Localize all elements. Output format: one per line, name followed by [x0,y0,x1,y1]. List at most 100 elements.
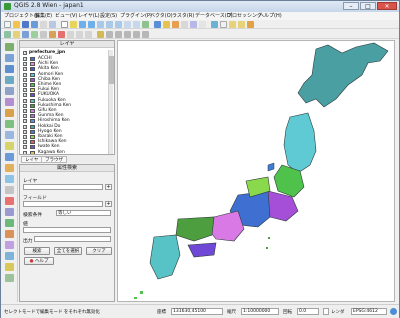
node-tool-icon[interactable] [49,31,56,38]
add-csv-icon[interactable] [5,219,14,227]
add-wcs-layer-icon[interactable] [5,120,14,128]
render-checkbox[interactable] [323,308,329,315]
zoom-layer-icon[interactable] [115,21,122,28]
new-shapefile-icon[interactable] [5,164,14,172]
layer-visibility-checkbox[interactable] [23,150,27,154]
add-spatialite-layer-icon[interactable] [5,76,14,84]
show-hide-labels-icon[interactable] [115,31,122,38]
menu-plugins[interactable]: プラグイン(P) [120,12,152,20]
plugin-tool-icon[interactable] [5,263,14,271]
new-bookmark-icon[interactable] [229,21,236,28]
composer-manager-icon[interactable] [49,21,56,28]
value-input[interactable] [23,227,111,233]
menu-edit[interactable]: 編集(E) [35,12,52,20]
label-tool-icon[interactable] [97,31,104,38]
add-virtual-layer-icon[interactable] [5,153,14,161]
select-features-icon[interactable] [163,21,170,28]
zoom-out-icon[interactable] [88,21,95,28]
change-label-icon[interactable] [142,31,149,38]
add-oracle-layer-icon[interactable] [5,98,14,106]
select-all-button[interactable]: 全てを選択 [54,247,82,255]
pin-labels-icon[interactable] [106,31,113,38]
delete-selected-icon[interactable] [58,31,65,38]
rotate-label-icon[interactable] [133,31,140,38]
deselect-icon[interactable] [181,21,188,28]
python-console-icon[interactable] [5,274,14,282]
zoom-last-icon[interactable] [124,21,131,28]
open-project-icon[interactable] [13,21,20,28]
cut-features-icon[interactable] [67,31,74,38]
search-button[interactable]: 検索 [24,247,50,255]
messages-icon[interactable] [390,308,397,315]
add-wfs-layer-icon[interactable] [5,131,14,139]
pan-icon[interactable] [61,21,68,28]
zoom-in-icon[interactable] [79,21,86,28]
layer-select[interactable] [23,184,103,190]
add-postgis-layer-icon[interactable] [5,65,14,73]
menu-view[interactable]: ビュー(V) [55,12,77,20]
add-wms-layer-icon[interactable] [5,109,14,117]
layer-list-scroll-thumb[interactable] [109,56,114,84]
toggle-editing-icon[interactable] [13,31,20,38]
scale-field[interactable]: 1:10000000 [241,308,279,315]
remove-layer-icon[interactable] [5,197,14,205]
layer-list-scrollbar[interactable] [108,50,114,154]
help-button[interactable]: ● ヘルプ [24,257,54,265]
identify-icon[interactable] [154,21,161,28]
menu-help[interactable]: ヘルプ(H) [259,12,282,20]
embed-layer-icon[interactable] [5,208,14,216]
add-delimited-text-icon[interactable] [5,142,14,150]
open-table-icon[interactable] [5,252,14,260]
current-edits-icon[interactable] [4,31,11,38]
save-as-icon[interactable] [31,21,38,28]
field-add-button[interactable]: + [105,201,112,207]
add-raster-layer-icon[interactable] [5,54,14,62]
layer-add-button[interactable]: + [105,184,112,190]
save-project-icon[interactable] [22,21,29,28]
menu-processing[interactable]: プロセッシング [227,12,262,20]
new-project-icon[interactable] [4,21,11,28]
add-mssql-layer-icon[interactable] [5,87,14,95]
move-feature-icon[interactable] [40,31,47,38]
zoom-selection-icon[interactable] [106,21,113,28]
map-canvas[interactable] [117,40,395,302]
tab-browser[interactable]: ブラウザ [41,156,67,163]
open-attribute-table-icon[interactable] [190,21,197,28]
minimize-button[interactable]: – [343,2,359,10]
menu-vector[interactable]: ベクタ(O) [150,12,173,20]
output-input[interactable] [34,236,111,242]
zoom-full-icon[interactable] [97,21,104,28]
copy-features-icon[interactable] [76,31,83,38]
tab-layers[interactable]: レイヤ [21,156,43,163]
menu-layer[interactable]: レイヤ(L) [78,12,100,20]
select-by-expression-icon[interactable] [172,21,179,28]
rotation-field[interactable]: 0.0 [297,308,319,315]
pan-to-selection-icon[interactable] [70,21,77,28]
measure-icon[interactable] [211,21,218,28]
add-vector-layer-icon[interactable] [5,43,14,51]
georeferencer-icon[interactable] [5,230,14,238]
crs-field[interactable]: EPSG:4612 [351,308,387,315]
new-gpx-icon[interactable] [5,186,14,194]
menu-raster[interactable]: ラスタ(R) [172,12,194,20]
maximize-button[interactable]: □ [360,2,376,10]
field-select[interactable] [23,201,103,207]
print-composer-icon[interactable] [40,21,47,28]
clear-button[interactable]: クリア [86,247,112,255]
coordinate-field[interactable]: 131630,45100 [171,308,223,315]
show-bookmarks-icon[interactable] [238,21,245,28]
menu-settings[interactable]: 設定(S) [100,12,117,20]
close-button[interactable]: ✕ [377,2,397,10]
operator-select[interactable]: 等しい [56,210,111,216]
add-feature-icon[interactable] [31,31,38,38]
map-tips-icon[interactable] [220,21,227,28]
new-spatialite-icon[interactable] [5,175,14,183]
layer-properties-icon[interactable] [5,241,14,249]
zoom-next-icon[interactable] [133,21,140,28]
text-annotation-icon[interactable] [247,21,254,28]
field-calculator-icon[interactable] [199,21,206,28]
layer-group-checkbox[interactable] [23,50,27,56]
move-label-icon[interactable] [124,31,131,38]
paste-features-icon[interactable] [85,31,92,38]
save-edits-icon[interactable] [22,31,29,38]
